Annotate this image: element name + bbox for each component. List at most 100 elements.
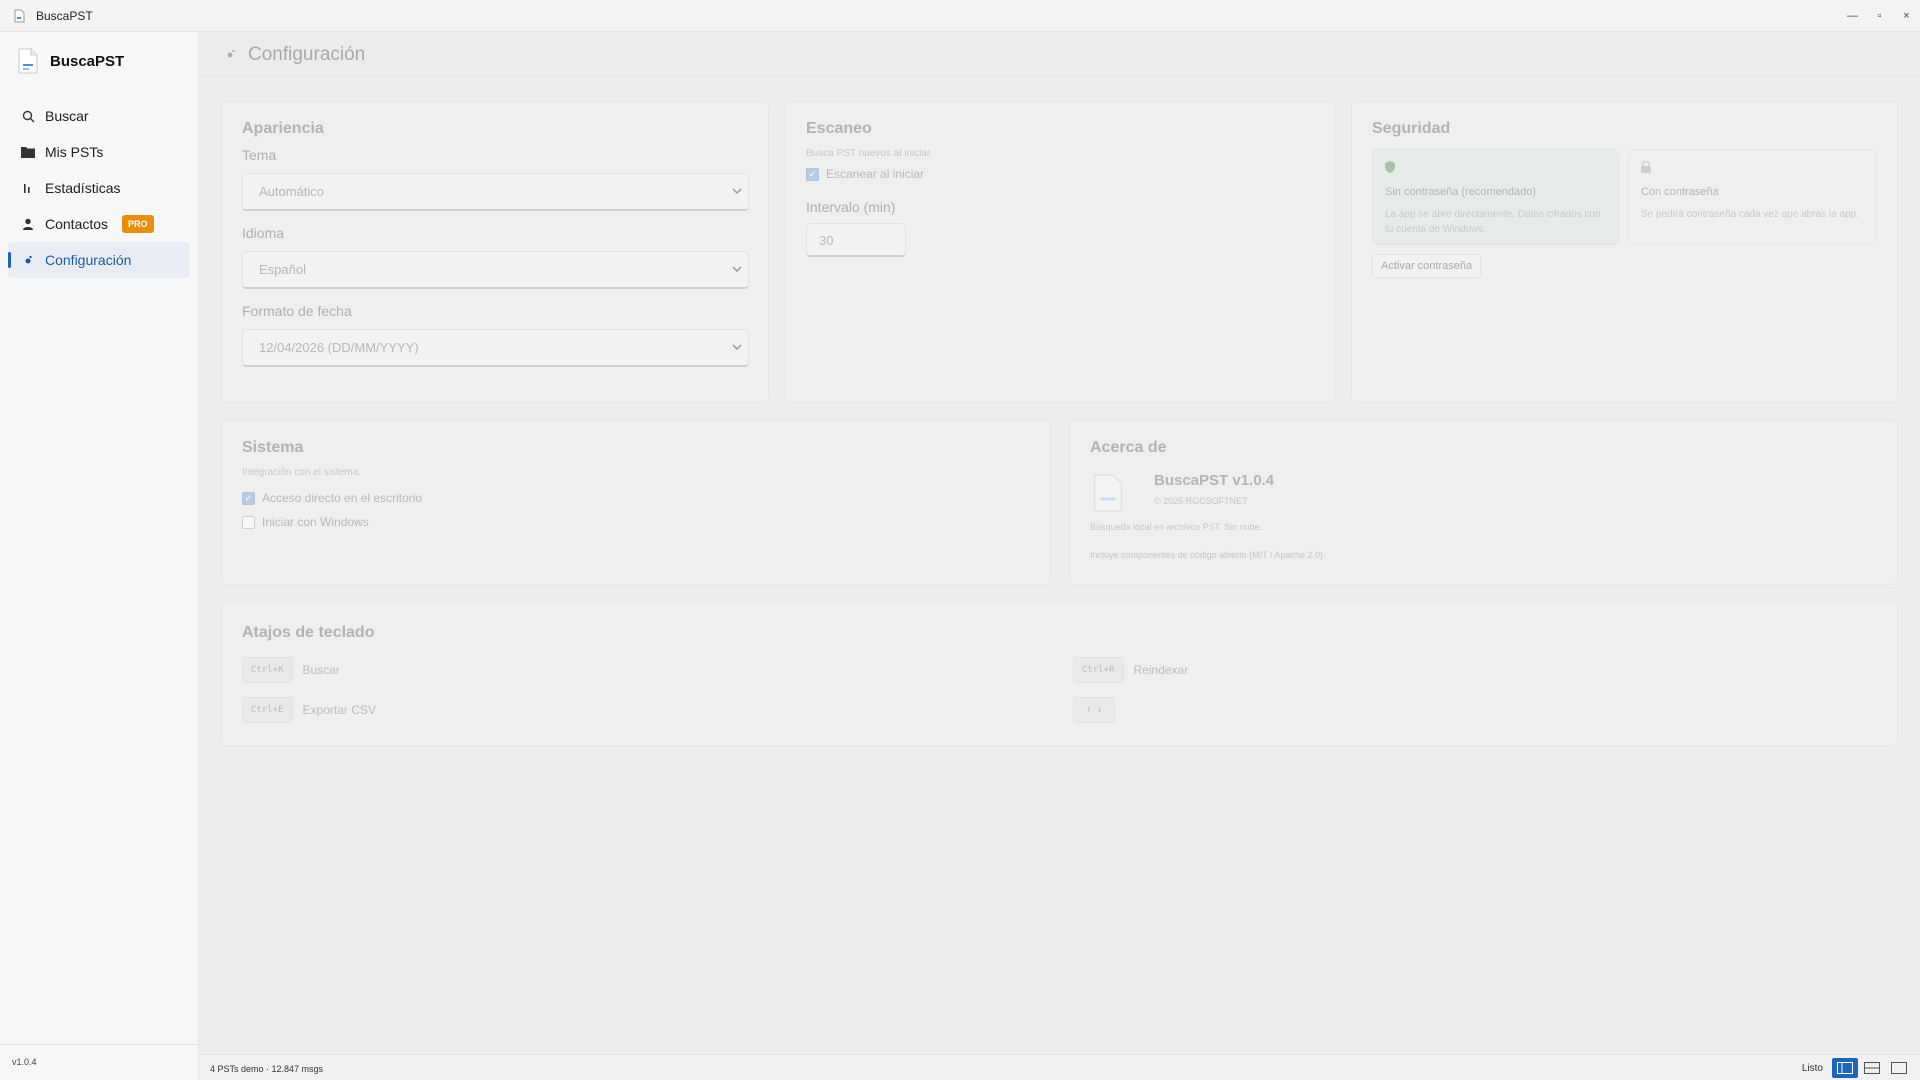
gear-icon [20, 252, 36, 268]
interval-label: Intervalo (min) [806, 199, 896, 215]
logo-icon [18, 48, 38, 74]
brand: BuscaPST [0, 32, 198, 90]
layout-rows-button[interactable] [1859, 1058, 1885, 1078]
title-bar: BuscaPST — ▫ × [0, 0, 1920, 32]
no-password-title: Sin contraseña (recomendado) [1385, 186, 1537, 198]
layout-columns-icon [1837, 1062, 1853, 1074]
scan-card: Escaneo Busca PST nuevos al iniciar. ✓ E… [785, 101, 1335, 403]
checkbox-checked-icon: ✓ [242, 491, 255, 505]
shortcut-item: Ctrl+R Reindexar [1073, 657, 1188, 683]
shield-icon [1385, 161, 1395, 173]
sidebar-footer: v1.0.4 [0, 1044, 198, 1080]
app-version: v1.0.4 [12, 1057, 37, 1067]
status-ready: Listo [1801, 1062, 1823, 1074]
security-card: Seguridad Sin contraseña (recomendado) L… [1351, 101, 1898, 403]
sidebar-nav: Buscar Mis PSTs Estadísticas Contactos P… [0, 98, 198, 278]
sidebar-item-mis-psts[interactable]: Mis PSTs [8, 134, 190, 170]
shortcut-action: Exportar CSV [302, 703, 376, 717]
no-password-desc: La app se abre directamente. Datos cifra… [1385, 209, 1601, 235]
folder-icon [20, 144, 36, 160]
date-format-value: 12/04/2026 (DD/MM/YYYY) [259, 340, 419, 355]
password-desc: Se pedirá contraseña cada vez que abras … [1641, 209, 1859, 220]
date-format-select[interactable]: 12/04/2026 (DD/MM/YYYY) [242, 329, 749, 367]
page-header: Configuración [200, 32, 1920, 78]
theme-select[interactable]: Automático [242, 173, 749, 211]
layout-columns-button[interactable] [1832, 1058, 1858, 1078]
bar-chart-icon [20, 180, 36, 196]
system-subtitle: Integración con el sistema. [242, 467, 361, 478]
shortcut-keys: Ctrl+K [242, 657, 293, 683]
theme-label: Tema [242, 147, 277, 163]
chevron-down-icon [732, 266, 742, 273]
appearance-card: Apariencia Tema Automático Idioma Españo… [221, 101, 769, 403]
sidebar: BuscaPST Buscar Mis PSTs Estadísticas Co… [0, 32, 199, 1080]
checkbox-unchecked-icon [242, 515, 255, 529]
security-option-no-password[interactable]: Sin contraseña (recomendado) La app se a… [1372, 149, 1619, 245]
shortcut-keys: Ctrl+R [1073, 657, 1124, 683]
checkbox-checked-icon: ✓ [806, 167, 819, 181]
pro-badge: PRO [122, 215, 154, 233]
about-app-version: BuscaPST v1.0.4 [1154, 472, 1275, 489]
lock-icon [1641, 160, 1651, 173]
gear-icon [226, 47, 236, 62]
status-summary: 4 PSTs demo · 12.847 msgs [210, 1064, 324, 1074]
date-format-label: Formato de fecha [242, 303, 352, 319]
shortcuts-card: Atajos de teclado Ctrl+K Buscar Ctrl+R R… [221, 601, 1898, 746]
language-label: Idioma [242, 225, 285, 241]
sidebar-item-configuracion[interactable]: Configuración [8, 242, 190, 278]
language-value: Español [259, 262, 306, 277]
shortcut-keys: Ctrl+E [242, 697, 293, 723]
shortcut-action: Buscar [302, 663, 340, 677]
password-title: Con contraseña [1641, 186, 1719, 198]
scan-on-start-label: Escanear al iniciar [826, 167, 925, 181]
system-title: Sistema [242, 439, 304, 456]
scan-on-start-checkbox[interactable]: ✓ Escanear al iniciar [806, 167, 924, 181]
chevron-down-icon [732, 188, 742, 195]
desktop-shortcut-checkbox[interactable]: ✓ Acceso directo en el escritorio [242, 491, 422, 505]
status-bar: 4 PSTs demo · 12.847 msgs Listo [200, 1054, 1920, 1080]
activate-password-button[interactable]: Activar contraseña [1372, 254, 1482, 278]
about-title: Acerca de [1090, 439, 1167, 456]
app-icon [14, 9, 25, 22]
sidebar-item-buscar[interactable]: Buscar [8, 98, 190, 134]
layout-rows-icon [1864, 1062, 1880, 1074]
start-with-windows-checkbox[interactable]: Iniciar con Windows [242, 515, 369, 529]
start-with-windows-label: Iniciar con Windows [262, 515, 369, 529]
scan-title: Escaneo [806, 120, 872, 137]
shortcut-action: Reindexar [1133, 663, 1189, 677]
maximize-button[interactable]: ▫ [1866, 0, 1893, 32]
layout-single-button[interactable] [1886, 1058, 1912, 1078]
shortcut-keys: ↑ ↓ [1073, 697, 1116, 723]
status-right: Listo [1802, 1058, 1912, 1078]
security-title: Seguridad [1372, 120, 1451, 137]
person-icon [20, 216, 36, 232]
close-button[interactable]: × [1893, 0, 1920, 32]
interval-input[interactable]: 30 [806, 223, 906, 257]
language-select[interactable]: Español [242, 251, 749, 289]
layout-single-icon [1891, 1062, 1907, 1074]
sidebar-item-contactos[interactable]: Contactos PRO [8, 206, 190, 242]
about-licenses: Incluye componentes de código abierto (M… [1090, 550, 1326, 560]
window-controls: — ▫ × [1839, 0, 1920, 32]
system-card: Sistema Integración con el sistema. ✓ Ac… [221, 420, 1051, 585]
window-title: BuscaPST [36, 8, 93, 23]
shortcut-item: Ctrl+K Buscar [242, 657, 340, 683]
brand-name: BuscaPST [50, 52, 125, 70]
sidebar-item-label: Configuración [45, 252, 132, 268]
desktop-shortcut-label: Acceso directo en el escritorio [262, 491, 423, 505]
shortcuts-title: Atajos de teclado [242, 624, 375, 641]
shortcut-item: ↑ ↓ [1073, 697, 1125, 723]
scan-subtitle: Busca PST nuevos al iniciar. [806, 148, 933, 159]
sidebar-item-label: Mis PSTs [45, 144, 104, 160]
search-icon [20, 108, 36, 124]
page-title: Configuración [248, 43, 366, 65]
appearance-title: Apariencia [242, 120, 324, 137]
sidebar-item-label: Contactos [45, 216, 109, 232]
about-card: Acerca de BuscaPST v1.0.4 © 2026 RGCSOFT… [1069, 420, 1898, 585]
sidebar-item-estadisticas[interactable]: Estadísticas [8, 170, 190, 206]
security-option-password[interactable]: Con contraseña Se pedirá contraseña cada… [1628, 149, 1877, 245]
sidebar-item-label: Estadísticas [45, 180, 121, 196]
theme-value: Automático [259, 184, 325, 199]
about-description: Búsqueda local en archivos PST. Sin nube… [1090, 522, 1263, 532]
minimize-button[interactable]: — [1839, 0, 1866, 32]
